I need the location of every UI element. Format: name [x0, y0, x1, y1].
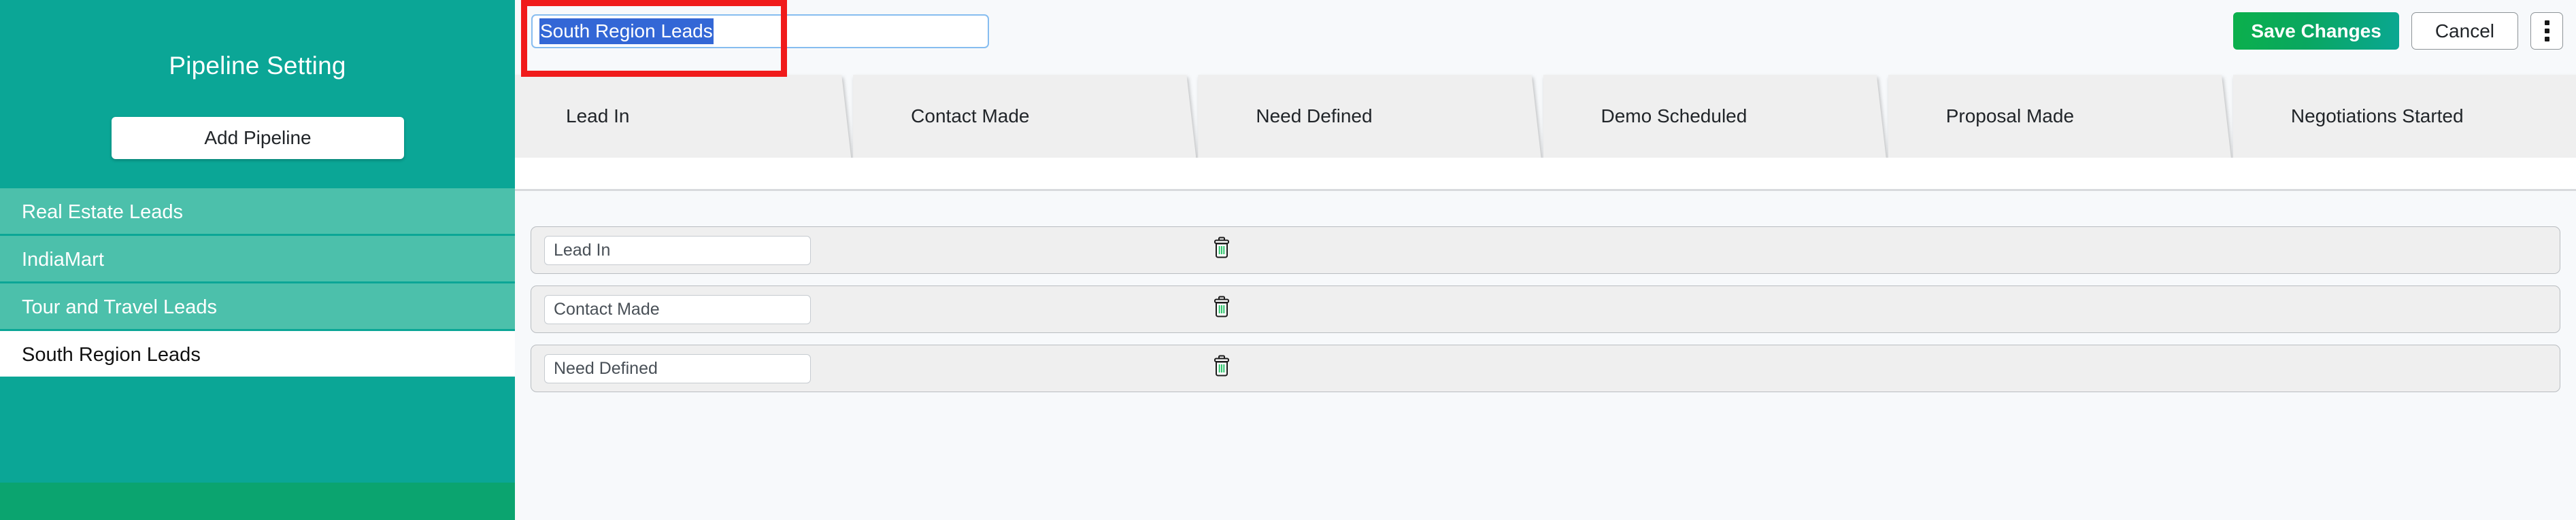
stage-tab-label: Lead In	[566, 105, 630, 126]
save-changes-button[interactable]: Save Changes	[2233, 12, 2399, 50]
sidebar-item-tour-and-travel-leads[interactable]: Tour and Travel Leads	[0, 283, 515, 331]
stage-tab-label: Contact Made	[911, 105, 1030, 126]
stage-name-input[interactable]	[544, 353, 811, 383]
cancel-button[interactable]: Cancel	[2411, 12, 2518, 50]
pipeline-list: Real Estate Leads IndiaMart Tour and Tra…	[0, 188, 515, 379]
stage-tab-label: Proposal Made	[1945, 105, 2075, 126]
stage-tab-label: Need Defined	[1256, 105, 1373, 126]
sidebar-item-label: IndiaMart	[22, 249, 104, 271]
stage-tab-proposal-made[interactable]: Proposal Made	[1888, 75, 2231, 158]
dot	[2544, 29, 2549, 33]
stage-tab-contact-made[interactable]: Contact Made	[853, 75, 1196, 158]
stage-row	[531, 226, 2560, 274]
pipeline-name-input[interactable]	[531, 14, 989, 48]
sidebar-item-indiamart[interactable]: IndiaMart	[0, 236, 515, 283]
sidebar-item-label: Tour and Travel Leads	[22, 296, 217, 318]
header-divider-band	[515, 158, 2576, 191]
stage-name-input[interactable]	[544, 235, 811, 265]
more-vertical-icon[interactable]	[2530, 12, 2563, 50]
sidebar-bottom-band	[0, 483, 515, 520]
sidebar-item-label: Real Estate Leads	[22, 201, 183, 223]
stage-rows-area	[515, 191, 2576, 520]
trash-icon[interactable]	[1213, 296, 1231, 317]
trash-icon[interactable]	[1213, 355, 1231, 377]
stage-header-strip: Lead In Contact Made Need Defined Demo S…	[471, 75, 2576, 158]
stage-tab-need-defined[interactable]: Need Defined	[1198, 75, 1541, 158]
toolbar: South Region Leads Save Changes Cancel	[515, 0, 2576, 77]
stage-tab-label: Negotiations Started	[2290, 105, 2464, 126]
main-panel: South Region Leads Save Changes Cancel L…	[515, 0, 2576, 520]
trash-icon[interactable]	[1213, 237, 1231, 258]
sidebar-header: Pipeline Setting Add Pipeline	[0, 0, 515, 188]
add-pipeline-button[interactable]: Add Pipeline	[112, 117, 404, 159]
sidebar-item-label: South Region Leads	[22, 344, 201, 366]
dot	[2544, 37, 2549, 41]
stage-row	[531, 285, 2560, 333]
toolbar-actions: Save Changes Cancel	[2233, 12, 2563, 50]
stage-row	[531, 345, 2560, 392]
stage-tab-negotiations-started[interactable]: Negotiations Started	[2232, 75, 2576, 158]
stage-tab-demo-scheduled[interactable]: Demo Scheduled	[1543, 75, 1886, 158]
page-title: Pipeline Setting	[169, 52, 346, 80]
stage-tab-lead-in[interactable]: Lead In	[471, 75, 851, 158]
sidebar-item-south-region-leads[interactable]: South Region Leads	[0, 331, 515, 379]
stage-tab-label: Demo Scheduled	[1601, 105, 1747, 126]
sidebar: Pipeline Setting Add Pipeline Real Estat…	[0, 0, 515, 520]
pipeline-setting-screen: Pipeline Setting Add Pipeline Real Estat…	[0, 0, 2576, 520]
stage-name-input[interactable]	[544, 294, 811, 324]
sidebar-item-real-estate-leads[interactable]: Real Estate Leads	[0, 188, 515, 236]
dot	[2544, 20, 2549, 25]
